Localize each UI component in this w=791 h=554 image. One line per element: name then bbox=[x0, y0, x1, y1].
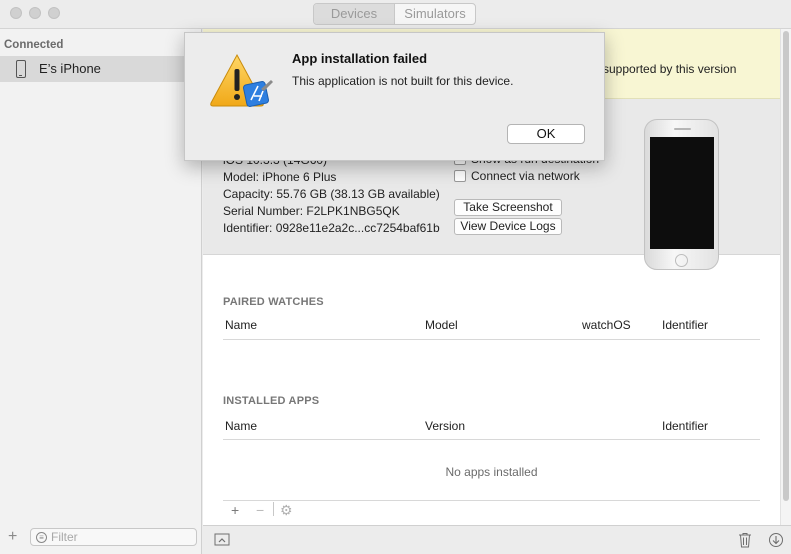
trash-icon[interactable] bbox=[738, 532, 752, 551]
sidebar-section-connected: Connected bbox=[4, 39, 64, 51]
iphone-icon bbox=[16, 60, 26, 78]
download-icon[interactable] bbox=[768, 532, 784, 551]
filter-field[interactable]: ≡ bbox=[30, 528, 197, 546]
banner-text: supported by this version bbox=[603, 62, 737, 76]
tab-simulators[interactable]: Simulators bbox=[395, 4, 475, 24]
connect-via-network-label: Connect via network bbox=[471, 169, 580, 183]
watches-col-name[interactable]: Name bbox=[225, 318, 257, 332]
apps-col-name[interactable]: Name bbox=[225, 419, 257, 433]
zoom-window-button[interactable] bbox=[48, 7, 60, 19]
view-device-logs-button[interactable]: View Device Logs bbox=[454, 218, 562, 235]
close-window-button[interactable] bbox=[10, 7, 22, 19]
bottom-bar bbox=[203, 525, 791, 554]
device-serial-number: Serial Number: F2LPK1NBG5QK bbox=[223, 204, 400, 218]
ok-button[interactable]: OK bbox=[507, 124, 585, 144]
minimize-window-button[interactable] bbox=[29, 7, 41, 19]
alert-message: This application is not built for this d… bbox=[292, 74, 514, 88]
filter-input[interactable] bbox=[51, 529, 191, 545]
watches-col-model[interactable]: Model bbox=[425, 318, 458, 332]
divider bbox=[273, 502, 274, 516]
vertical-scrollbar[interactable] bbox=[780, 29, 791, 525]
device-capacity: Capacity: 55.76 GB (38.13 GB available) bbox=[223, 187, 440, 201]
scrollbar-thumb[interactable] bbox=[783, 31, 789, 501]
toggle-panel-icon[interactable] bbox=[214, 533, 230, 550]
no-apps-message: No apps installed bbox=[445, 465, 538, 479]
tab-devices[interactable]: Devices bbox=[314, 4, 395, 24]
view-segmented-control: Devices Simulators bbox=[313, 3, 476, 25]
alert-title: App installation failed bbox=[292, 51, 428, 66]
take-screenshot-button[interactable]: Take Screenshot bbox=[454, 199, 562, 216]
alert-dialog: App installation failed This application… bbox=[184, 32, 605, 161]
apps-col-version[interactable]: Version bbox=[425, 419, 465, 433]
watches-col-identifier[interactable]: Identifier bbox=[662, 318, 708, 332]
divider bbox=[223, 339, 760, 340]
warning-icon bbox=[209, 53, 275, 111]
sidebar-item-device[interactable]: E’s iPhone bbox=[0, 56, 202, 82]
connect-via-network-checkbox[interactable] bbox=[454, 170, 466, 182]
sidebar-item-label: E’s iPhone bbox=[39, 61, 101, 76]
paired-watches-title: PAIRED WATCHES bbox=[223, 296, 324, 308]
title-bar: Devices Simulators bbox=[0, 0, 791, 29]
minus-icon[interactable]: − bbox=[256, 503, 264, 517]
watches-col-watchos[interactable]: watchOS bbox=[582, 318, 631, 332]
device-illustration bbox=[644, 119, 719, 270]
plus-icon[interactable]: + bbox=[8, 529, 17, 545]
apps-col-identifier[interactable]: Identifier bbox=[662, 419, 708, 433]
device-model: Model: iPhone 6 Plus bbox=[223, 170, 337, 184]
sidebar: Connected E’s iPhone + ≡ bbox=[0, 29, 202, 554]
installed-apps-title: INSTALLED APPS bbox=[223, 395, 320, 407]
gear-icon[interactable]: ⚙ bbox=[280, 503, 293, 517]
divider bbox=[223, 439, 760, 440]
connect-via-network-option[interactable]: Connect via network bbox=[454, 169, 580, 183]
device-identifier: Identifier: 0928e11e2a2c...cc7254baf61b bbox=[223, 221, 440, 235]
filter-icon: ≡ bbox=[36, 532, 47, 543]
plus-icon[interactable]: + bbox=[231, 503, 239, 517]
divider bbox=[223, 500, 760, 501]
